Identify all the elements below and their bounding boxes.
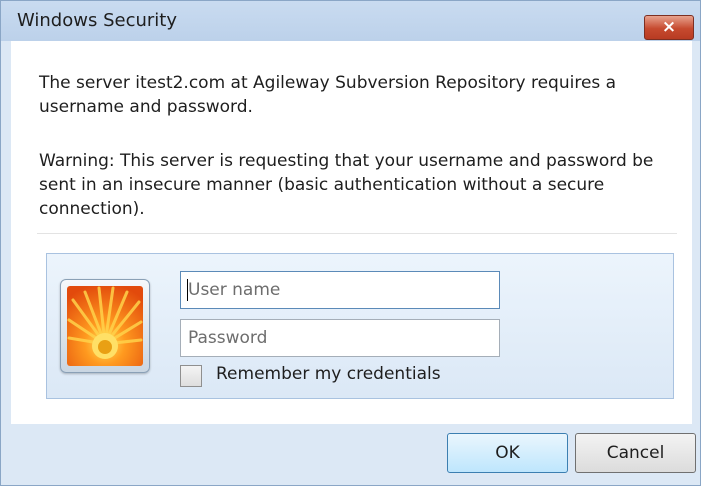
cancel-button[interactable]: Cancel xyxy=(575,433,696,473)
username-input[interactable] xyxy=(180,271,500,309)
text-caret xyxy=(187,279,188,301)
user-picture xyxy=(60,279,150,373)
title-bar[interactable]: Windows Security × xyxy=(1,1,700,41)
window-title: Windows Security xyxy=(17,10,177,31)
ok-button[interactable]: OK xyxy=(447,433,568,473)
credential-panel: Remember my credentials xyxy=(46,253,674,399)
dialog-content: The server itest2.com at Agileway Subver… xyxy=(11,41,692,424)
user-picture-flower-icon xyxy=(67,286,143,366)
server-message: The server itest2.com at Agileway Subver… xyxy=(39,73,617,117)
divider xyxy=(37,233,677,234)
close-button[interactable]: × xyxy=(644,15,694,40)
warning-message: Warning: This server is requesting that … xyxy=(39,151,654,219)
remember-credentials-checkbox[interactable] xyxy=(180,365,202,387)
close-icon: × xyxy=(661,17,677,37)
remember-credentials-label[interactable]: Remember my credentials xyxy=(216,364,441,384)
password-input[interactable] xyxy=(180,319,500,357)
windows-security-dialog: Windows Security × The server itest2.com… xyxy=(0,0,701,486)
